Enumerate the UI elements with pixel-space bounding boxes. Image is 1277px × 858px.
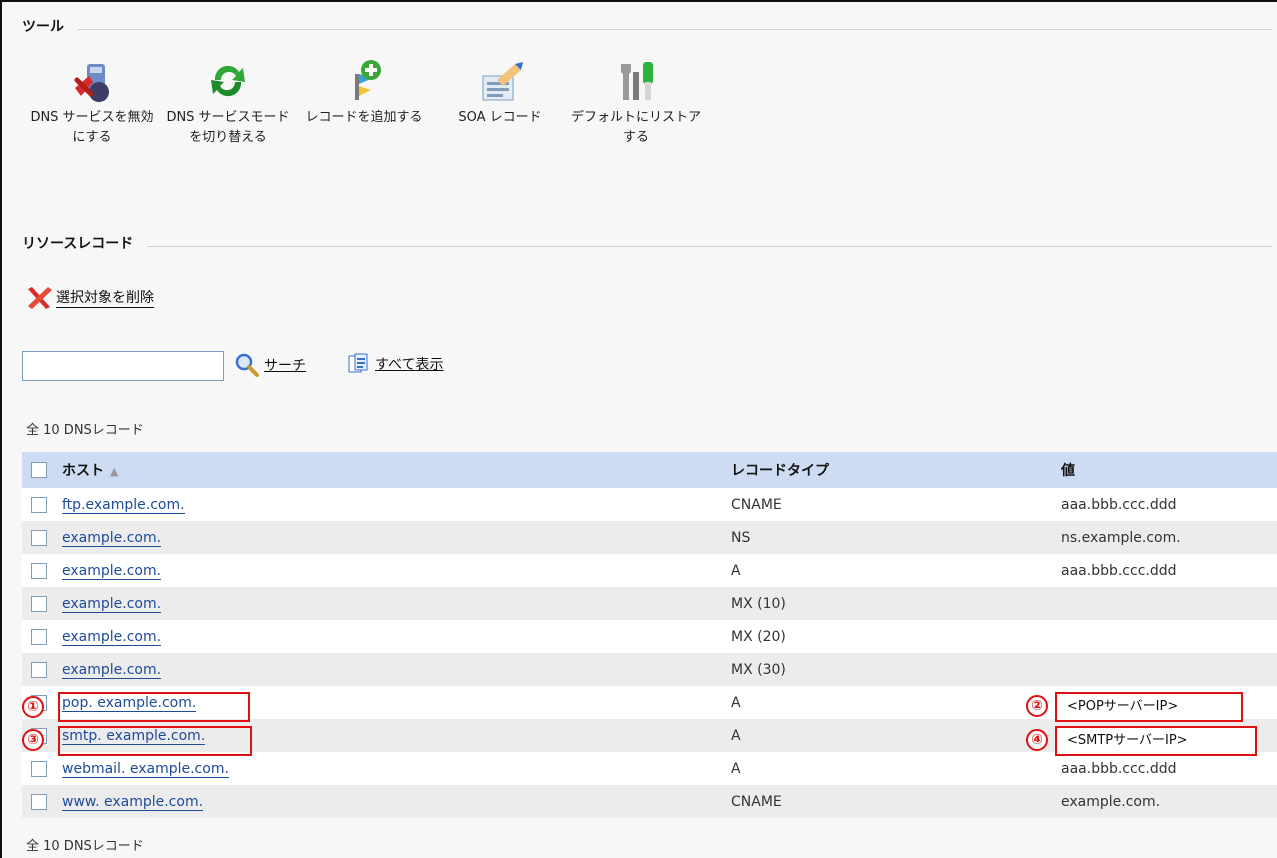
host-link[interactable]: example.com. (62, 562, 162, 580)
table-row: webmail. example.com. A aaa.bbb.ccc.ddd (22, 752, 1277, 785)
magnifier-icon (235, 353, 259, 377)
search-input[interactable] (22, 351, 224, 381)
disable-dns-label: DNS サービスを無効にする (30, 110, 154, 145)
record-value: aaa.bbb.ccc.ddd (1051, 752, 1277, 785)
record-value (1051, 653, 1277, 686)
restore-default-icon (621, 62, 653, 100)
annotation-marker-2: ② (1026, 695, 1048, 717)
table-row: example.com. MX (20) (22, 620, 1277, 653)
row-checkbox[interactable] (31, 661, 47, 678)
record-count-bottom: 全 10 DNSレコード (26, 839, 144, 854)
dns-records-table: ホスト ▲ レコードタイプ 値 ftp.example.com. CNAME aa… (22, 452, 1277, 818)
host-link[interactable]: webmail. example.com. (62, 760, 229, 778)
records-section-title: リソースレコード (22, 236, 134, 252)
record-type: CNAME (721, 488, 1051, 521)
soa-record-button[interactable]: SOA レコード (432, 58, 568, 148)
delete-selected-link[interactable]: 選択対象を削除 (24, 285, 154, 311)
section-divider (78, 28, 1272, 30)
toolbar: DNS サービスを無効にする DNS サービスモードを切り替える レコードを追加… (24, 58, 704, 148)
record-type: NS (721, 521, 1051, 554)
host-link[interactable]: example.com. (62, 661, 162, 679)
switch-mode-label: DNS サービスモードを切り替える (166, 110, 290, 145)
soa-record-icon (482, 62, 523, 101)
tools-section-header: ツール (22, 16, 1272, 36)
add-record-icon (355, 60, 381, 100)
add-record-label: レコードを追加する (305, 110, 423, 125)
record-value: aaa.bbb.ccc.ddd (1051, 488, 1277, 521)
value-column-header[interactable]: 値 (1051, 452, 1277, 488)
annotation-marker-3: ③ (22, 729, 44, 751)
table-row: example.com. NS ns.example.com. (22, 521, 1277, 554)
delete-icon (28, 287, 52, 309)
table-row: example.com. MX (10) (22, 587, 1277, 620)
host-link[interactable]: ftp.example.com. (62, 496, 185, 514)
show-all-button[interactable]: すべて表示 (347, 352, 443, 376)
delete-selected-label: 選択対象を削除 (56, 289, 154, 308)
record-type: A (721, 719, 1051, 752)
host-link[interactable]: example.com. (62, 529, 162, 547)
row-checkbox[interactable] (31, 496, 47, 513)
record-value: aaa.bbb.ccc.ddd (1051, 554, 1277, 587)
record-count-top: 全 10 DNSレコード (26, 423, 144, 438)
search-button[interactable]: サーチ (234, 352, 306, 378)
add-record-button[interactable]: レコードを追加する (296, 58, 432, 148)
record-type: CNAME (721, 785, 1051, 818)
record-type: A (721, 686, 1051, 719)
row-checkbox[interactable] (31, 562, 47, 579)
row-checkbox[interactable] (31, 529, 47, 546)
row-checkbox[interactable] (31, 595, 47, 612)
host-link[interactable]: smtp. example.com. (62, 727, 206, 745)
dns-settings-panel: ツール DNS サービスを無効にする DNS サービスモードを切り替える レコー… (0, 0, 1277, 858)
table-row: www. example.com. CNAME example.com. (22, 785, 1277, 818)
disable-dns-button[interactable]: DNS サービスを無効にする (24, 58, 160, 148)
record-type: MX (20) (721, 620, 1051, 653)
host-header-label: ホスト (62, 463, 104, 479)
record-type: A (721, 554, 1051, 587)
annotation-smtp-server-ip: <SMTPサーバーIP> (1055, 726, 1257, 756)
record-value: ns.example.com. (1051, 521, 1277, 554)
record-type: MX (30) (721, 653, 1051, 686)
section-divider (147, 245, 1272, 247)
record-value: example.com. (1051, 785, 1277, 818)
row-checkbox[interactable] (31, 793, 47, 810)
restore-default-label: デフォルトにリストアする (571, 110, 702, 145)
annotation-marker-4: ④ (1026, 729, 1048, 751)
show-all-icon (348, 353, 368, 373)
tools-section-title: ツール (22, 19, 64, 35)
host-link[interactable]: example.com. (62, 595, 162, 613)
record-value (1051, 587, 1277, 620)
table-row: example.com. A aaa.bbb.ccc.ddd (22, 554, 1277, 587)
records-section-header: リソースレコード (22, 233, 1272, 253)
soa-record-label: SOA レコード (458, 110, 542, 125)
record-type: MX (10) (721, 587, 1051, 620)
record-type: A (721, 752, 1051, 785)
search-label: サーチ (264, 358, 306, 374)
row-checkbox[interactable] (31, 760, 47, 777)
sort-ascending-icon: ▲ (110, 465, 119, 478)
annotation-marker-1: ① (22, 696, 44, 718)
annotation-pop-server-ip: <POPサーバーIP> (1055, 692, 1243, 722)
switch-mode-icon (211, 65, 245, 97)
table-row: example.com. MX (30) (22, 653, 1277, 686)
switch-mode-button[interactable]: DNS サービスモードを切り替える (160, 58, 296, 148)
row-checkbox[interactable] (31, 628, 47, 645)
dns-disable-icon (74, 64, 109, 102)
show-all-label: すべて表示 (375, 357, 444, 373)
host-link[interactable]: www. example.com. (62, 793, 204, 811)
table-row: ftp.example.com. CNAME aaa.bbb.ccc.ddd (22, 488, 1277, 521)
host-link[interactable]: example.com. (62, 628, 162, 646)
host-column-header[interactable]: ホスト ▲ (52, 452, 721, 488)
host-link[interactable]: pop. example.com. (62, 694, 197, 712)
select-all-checkbox[interactable] (31, 462, 47, 478)
table-header-row: ホスト ▲ レコードタイプ 値 (22, 452, 1277, 488)
restore-default-button[interactable]: デフォルトにリストアする (568, 58, 704, 148)
type-column-header[interactable]: レコードタイプ (721, 452, 1051, 488)
record-value (1051, 620, 1277, 653)
